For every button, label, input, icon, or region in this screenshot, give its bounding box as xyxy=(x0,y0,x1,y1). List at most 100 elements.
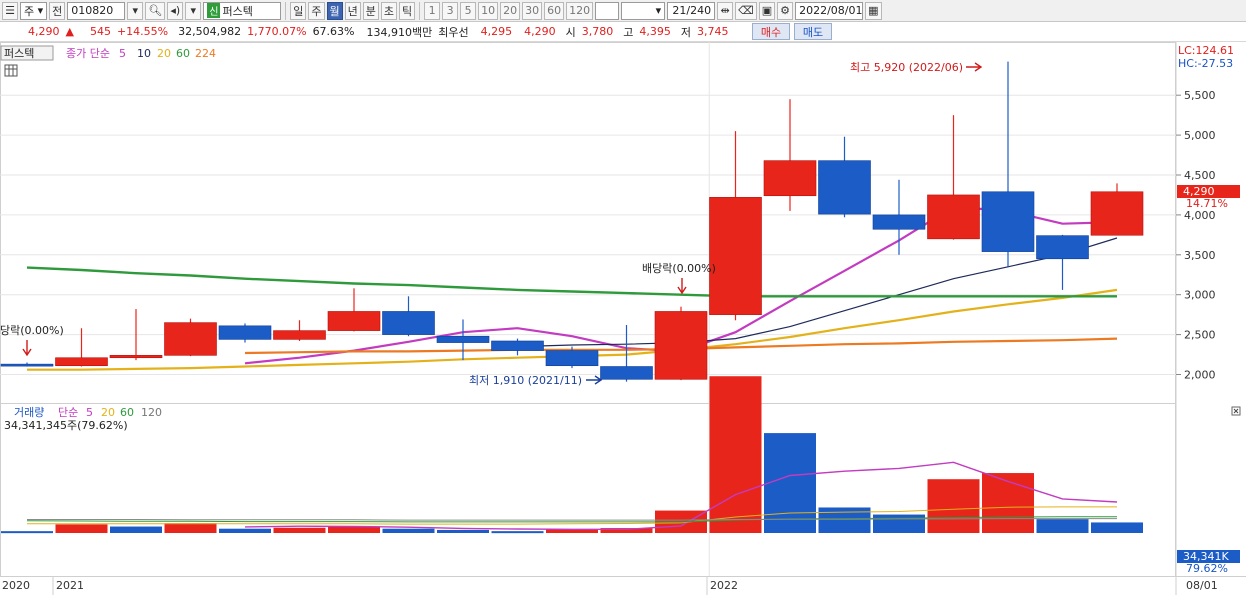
volume-bar[interactable] xyxy=(437,529,489,533)
volume-pct: 1,770.07% xyxy=(247,25,307,38)
candle-body[interactable] xyxy=(109,355,163,359)
candle-body[interactable] xyxy=(654,311,708,380)
interval-30[interactable]: 30 xyxy=(522,1,543,20)
period-day[interactable]: 일 xyxy=(290,1,307,20)
sell-button[interactable]: 매도 xyxy=(794,23,832,40)
candle-body[interactable] xyxy=(709,197,762,315)
legend-ma-label: 종가 단순 xyxy=(66,47,110,60)
interval-custom-input[interactable] xyxy=(595,1,620,20)
chevron-down-icon: ▾ xyxy=(37,4,44,17)
candle-body[interactable] xyxy=(327,311,381,331)
count-field[interactable]: 21/240 xyxy=(667,1,716,20)
period-year[interactable]: 년 xyxy=(344,1,361,20)
volume-bar[interactable] xyxy=(219,528,271,533)
table-icon[interactable] xyxy=(4,64,18,77)
split-icon[interactable]: ⇹ xyxy=(717,1,734,20)
candle-body[interactable] xyxy=(818,160,871,215)
date-field[interactable]: 2022/08/01 xyxy=(795,1,864,20)
calendar-icon[interactable]: ▦ xyxy=(865,1,882,20)
volume-bars[interactable] xyxy=(1,376,1143,534)
volume-bar[interactable] xyxy=(1,531,53,534)
date-label: 2022 xyxy=(710,579,738,592)
volume-bar[interactable] xyxy=(55,524,108,533)
volume-bar[interactable] xyxy=(491,531,544,534)
interval-custom-select[interactable]: ▾ xyxy=(621,1,666,20)
volume-bar[interactable] xyxy=(164,523,217,533)
interval-120[interactable]: 120 xyxy=(566,1,594,20)
best-ask-label: 최우선 xyxy=(438,25,469,39)
high-price: 4,395 xyxy=(639,25,671,38)
interval-5[interactable]: 5 xyxy=(460,1,477,20)
candle-body[interactable] xyxy=(382,311,435,335)
price-change: 545 xyxy=(89,25,111,38)
price-tick-label: 5,000 xyxy=(1184,129,1216,142)
candle-body[interactable] xyxy=(164,322,217,356)
period-week[interactable]: 주 xyxy=(308,1,325,20)
price-tick-label: 2,000 xyxy=(1184,369,1216,382)
volume-bar[interactable] xyxy=(1036,519,1089,533)
candle-body[interactable] xyxy=(545,350,599,367)
price-tick-label: 2,500 xyxy=(1184,329,1216,342)
candle-body[interactable] xyxy=(927,194,980,240)
speaker-icon[interactable]: ◂) xyxy=(167,1,184,20)
candle-body[interactable] xyxy=(491,340,544,351)
buy-button[interactable]: 매수 xyxy=(752,23,790,40)
price-tick-label: 4,500 xyxy=(1184,169,1216,182)
period-tick[interactable]: 틱 xyxy=(399,1,416,20)
volume-bar[interactable] xyxy=(818,507,871,533)
low-label: 저 xyxy=(680,25,691,39)
volume-bar[interactable] xyxy=(273,527,326,533)
save-icon[interactable]: ▣ xyxy=(758,1,776,20)
menu-icon[interactable]: ☰ xyxy=(2,1,18,20)
period-month[interactable]: 월 xyxy=(326,1,343,20)
search-icon[interactable]: 🔍︎ xyxy=(145,1,166,20)
period-minute[interactable]: 분 xyxy=(362,1,379,20)
volume-bar[interactable] xyxy=(873,514,925,533)
interval-3[interactable]: 3 xyxy=(442,1,459,20)
volume-bar[interactable] xyxy=(1091,522,1143,533)
period-second[interactable]: 초 xyxy=(380,1,397,20)
date-label: 2021 xyxy=(56,579,84,592)
volume-ma120: 120 xyxy=(141,406,162,419)
candle-body[interactable] xyxy=(218,325,272,340)
volume-bar[interactable] xyxy=(110,526,162,533)
trade-amount: 134,910백만 xyxy=(366,25,433,39)
candle-body[interactable] xyxy=(273,330,326,340)
prev-button[interactable]: 전 xyxy=(49,1,66,20)
volume-bar[interactable] xyxy=(927,479,980,533)
interval-1[interactable]: 1 xyxy=(424,1,441,20)
interval-20[interactable]: 20 xyxy=(500,1,521,20)
candle-body[interactable] xyxy=(436,335,490,343)
dropdown-chevron-icon[interactable]: ▾ xyxy=(127,1,144,20)
interval-10[interactable]: 10 xyxy=(478,1,499,20)
chart-area[interactable]: 5,500 5,000 4,500 4,000 3,500 3,000 2,500 2,000… xyxy=(0,42,1246,595)
stock-menu-chevron-icon[interactable]: ▾ xyxy=(185,1,202,20)
interval-60[interactable]: 60 xyxy=(544,1,565,20)
date-axis: 2020 2021 2022 08/01 xyxy=(2,577,1218,595)
volume-bar[interactable] xyxy=(709,376,762,533)
candle-body[interactable] xyxy=(55,357,108,367)
gear-icon[interactable]: ⚙ xyxy=(777,1,794,20)
stock-code-input[interactable]: 010820 xyxy=(67,1,126,20)
candle-body[interactable] xyxy=(872,214,926,230)
last-price-pct: 14.71% xyxy=(1186,197,1228,210)
trade-volume: 32,504,982 xyxy=(178,25,242,38)
candle-body[interactable] xyxy=(1090,191,1144,236)
candle-body[interactable] xyxy=(600,366,653,380)
volume-ma60: 60 xyxy=(120,406,134,419)
volume-bar[interactable] xyxy=(764,433,816,533)
erase-icon[interactable]: ⌫ xyxy=(735,1,757,20)
volume-bar[interactable] xyxy=(382,528,435,533)
legend-ma20: 20 xyxy=(157,47,171,60)
volume-ma5: 5 xyxy=(86,406,93,419)
candle-body[interactable] xyxy=(763,160,817,197)
high-label: 고 xyxy=(623,25,634,39)
stock-name-field[interactable]: 신 퍼스텍 xyxy=(203,1,282,20)
candle-body[interactable] xyxy=(981,191,1035,252)
candle-body[interactable] xyxy=(0,363,54,367)
best-ask: 4,295 xyxy=(480,25,513,38)
volume-bar[interactable] xyxy=(328,526,380,533)
candles[interactable] xyxy=(0,61,1144,382)
candle-body[interactable] xyxy=(1036,235,1089,260)
chart-type-select[interactable]: 주 ▾ xyxy=(20,1,48,20)
